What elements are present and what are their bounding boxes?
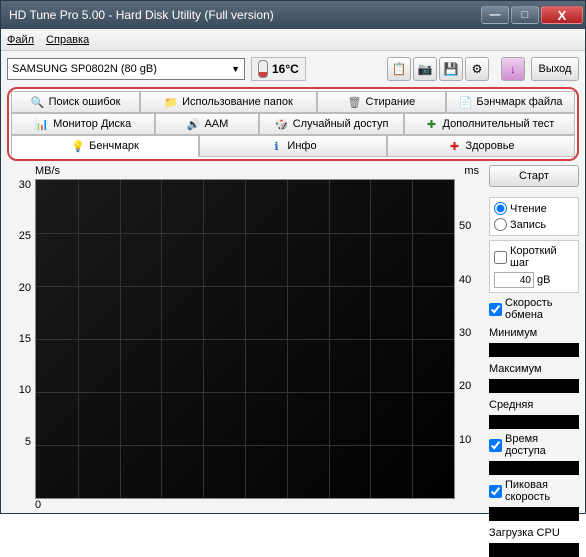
speaker-icon: 🔊 — [186, 117, 200, 131]
tab-erase[interactable]: 🗑Стирание — [317, 91, 446, 113]
chevron-down-icon: ▼ — [231, 64, 240, 74]
magnifier-icon: 🔍 — [31, 95, 45, 109]
folder-icon: 📁 — [164, 95, 178, 109]
shortstroke-input[interactable] — [494, 272, 534, 288]
download-icon: ↓ — [510, 62, 516, 76]
trash-icon: 🗑 — [348, 95, 362, 109]
info-icon: ℹ — [269, 139, 283, 153]
chart-plot — [35, 179, 455, 499]
exit-button[interactable]: Выход — [531, 57, 579, 81]
random-icon: 🎲 — [275, 117, 289, 131]
tab-random[interactable]: 🎲Случайный доступ — [259, 113, 403, 135]
max-value — [489, 379, 579, 393]
x-axis: 0 — [7, 499, 483, 511]
shortstroke-unit: gB — [537, 274, 550, 286]
shortstroke-check[interactable]: Короткий шаг — [494, 245, 574, 269]
access-value — [489, 461, 579, 475]
avg-value — [489, 415, 579, 429]
tab-aam[interactable]: 🔊AAM — [155, 113, 259, 135]
camera-icon: 📷 — [418, 62, 433, 76]
save-button[interactable]: 💾 — [439, 57, 463, 81]
y2-axis-label: ms — [464, 165, 479, 177]
min-value — [489, 343, 579, 357]
tab-diskmon[interactable]: 📊Монитор Диска — [11, 113, 155, 135]
drive-select-value: SAMSUNG SP0802N (80 gB) — [12, 63, 157, 75]
start-button[interactable]: Старт — [489, 165, 579, 187]
temperature-value: 16°C — [272, 62, 299, 76]
tab-health[interactable]: ✚Здоровье — [387, 135, 575, 157]
extra-icon: ✚ — [425, 117, 439, 131]
access-check[interactable]: Время доступа — [489, 433, 579, 457]
tab-extra[interactable]: ✚Дополнительный тест — [404, 113, 575, 135]
benchmark-chart: MB/s ms 30 25 20 15 10 5 — [7, 165, 483, 557]
min-label: Минимум — [489, 327, 579, 339]
titlebar: HD Tune Pro 5.00 - Hard Disk Utility (Fu… — [1, 1, 585, 29]
y2-axis: 50 40 30 20 10 — [455, 179, 483, 499]
minimize-button[interactable]: — — [481, 6, 509, 24]
copy-icon: 📋 — [392, 62, 407, 76]
y-axis-label: MB/s — [35, 165, 60, 177]
avg-label: Средняя — [489, 399, 579, 411]
burst-check[interactable]: Пиковая скорость — [489, 479, 579, 503]
read-radio[interactable]: Чтение — [494, 202, 574, 215]
gear-icon: ⚙ — [472, 62, 483, 76]
menu-file[interactable]: Файл — [7, 34, 34, 46]
cpu-value — [489, 543, 579, 557]
thermometer-icon — [258, 60, 268, 78]
tab-benchmark[interactable]: 💡Бенчмарк — [11, 135, 199, 157]
download-button[interactable]: ↓ — [501, 57, 525, 81]
tab-info[interactable]: ℹИнфо — [199, 135, 387, 157]
drive-select[interactable]: SAMSUNG SP0802N (80 gB) ▼ — [7, 58, 245, 80]
y-axis: 30 25 20 15 10 5 — [7, 179, 35, 499]
tab-filebench[interactable]: 📄Бэнчмарк файла — [446, 91, 575, 113]
menubar: Файл Справка — [1, 29, 585, 51]
copy-info-button[interactable]: 📋 — [387, 57, 411, 81]
close-button[interactable]: X — [541, 6, 583, 24]
write-radio[interactable]: Запись — [494, 218, 574, 231]
options-button[interactable]: ⚙ — [465, 57, 489, 81]
tab-errorscan[interactable]: 🔍Поиск ошибок — [11, 91, 140, 113]
burst-value — [489, 507, 579, 521]
menu-help[interactable]: Справка — [46, 34, 89, 46]
tab-panel: 🔍Поиск ошибок 📁Использование папок 🗑Стир… — [7, 87, 579, 161]
monitor-icon: 📊 — [35, 117, 49, 131]
screenshot-button[interactable]: 📷 — [413, 57, 437, 81]
cpu-label: Загрузка CPU — [489, 527, 579, 539]
window-title: HD Tune Pro 5.00 - Hard Disk Utility (Fu… — [9, 8, 481, 22]
maximize-button[interactable]: □ — [511, 6, 539, 24]
tab-folderusage[interactable]: 📁Использование папок — [140, 91, 317, 113]
temperature-display: 16°C — [251, 57, 306, 81]
speed-check[interactable]: Скорость обмена — [489, 297, 579, 321]
bulb-icon: 💡 — [71, 139, 85, 153]
health-icon: ✚ — [447, 139, 461, 153]
max-label: Максимум — [489, 363, 579, 375]
side-panel: Старт Чтение Запись Короткий шаг gB Скор… — [489, 165, 579, 557]
save-icon: 💾 — [444, 62, 459, 76]
document-icon: 📄 — [458, 95, 472, 109]
